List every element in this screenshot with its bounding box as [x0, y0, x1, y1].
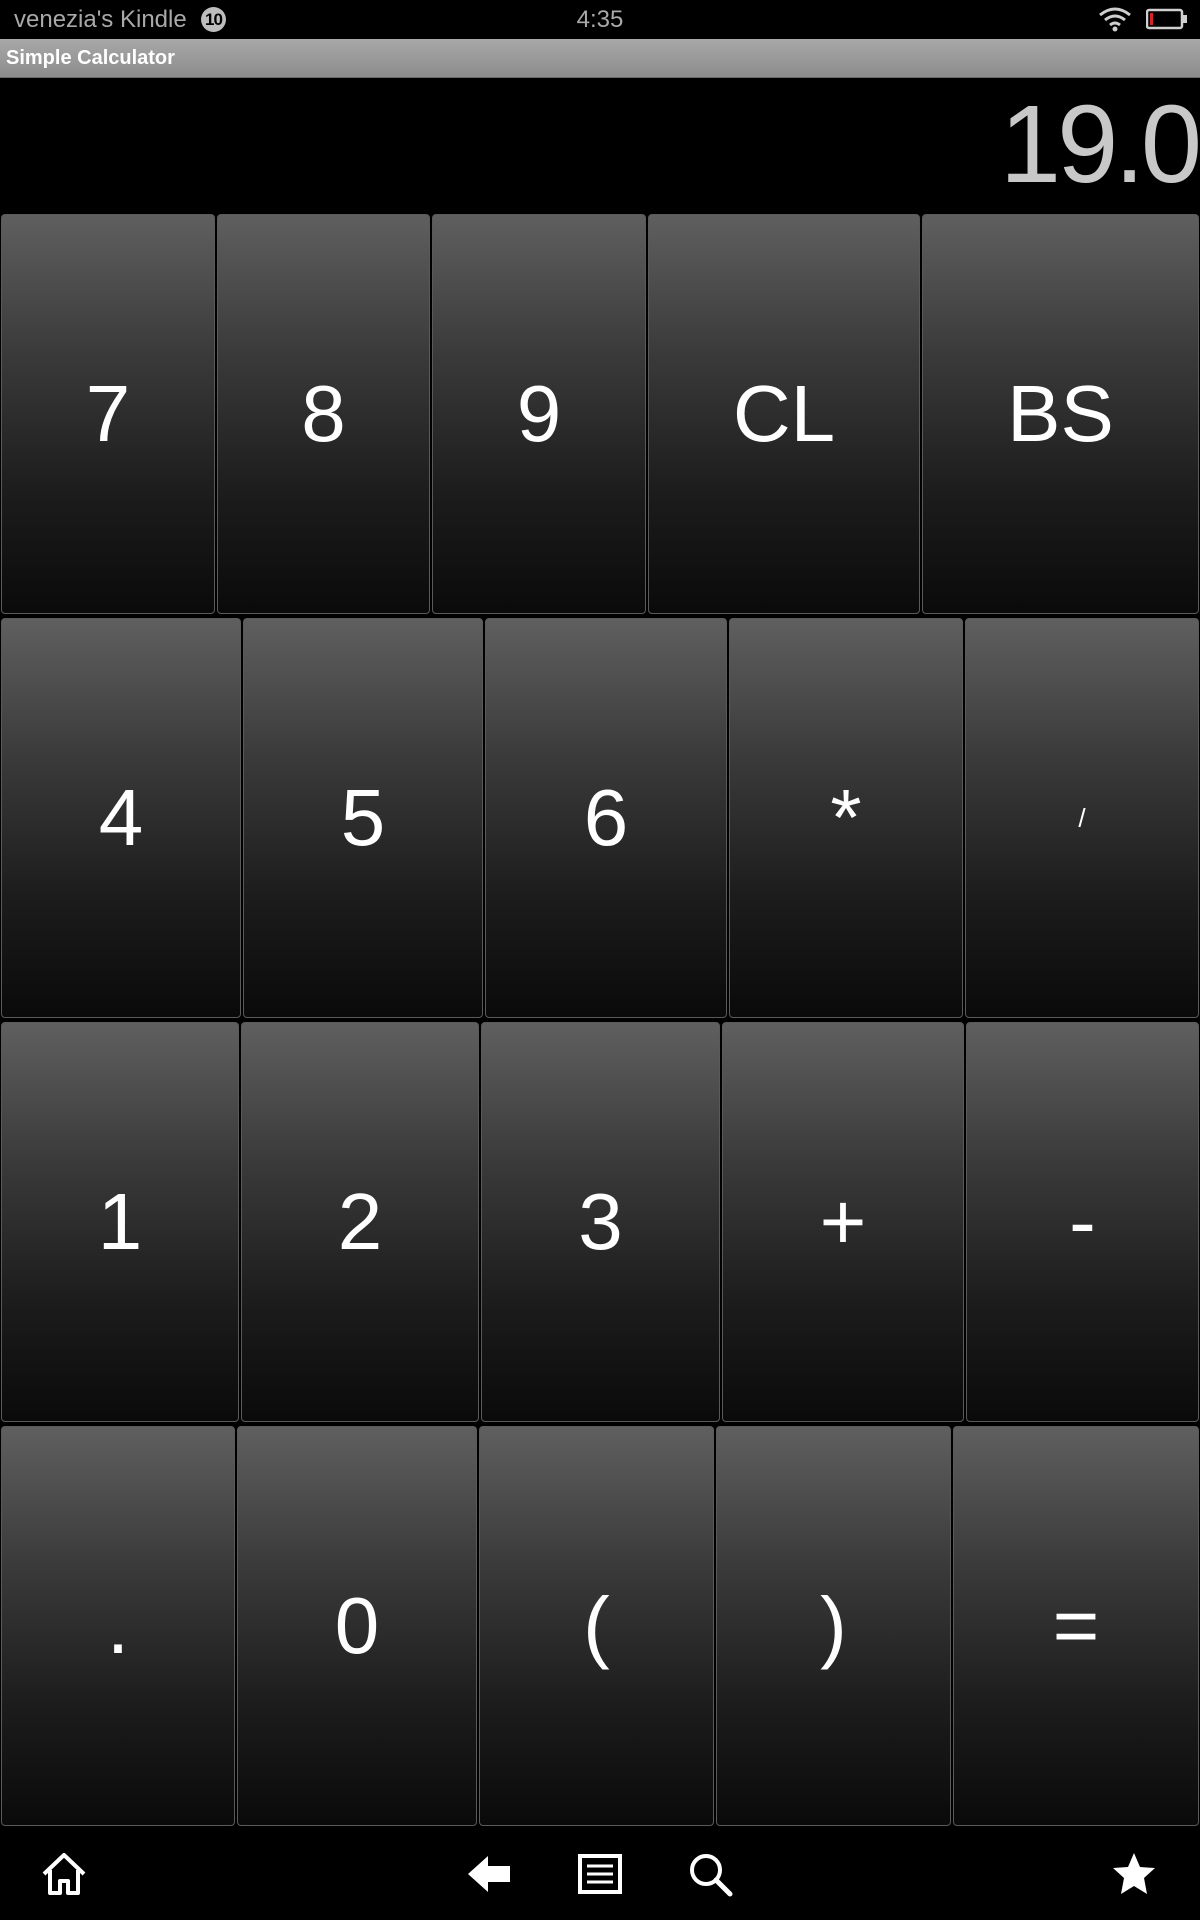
favorites-icon[interactable] — [1110, 1850, 1158, 1898]
key-label: / — [1078, 803, 1086, 833]
status-time: 4:35 — [576, 6, 624, 33]
key-label: = — [1052, 1581, 1100, 1670]
key-3[interactable]: 3 — [481, 1022, 720, 1422]
key-label: 5 — [340, 773, 386, 862]
key-open-paren[interactable]: ( — [479, 1426, 714, 1826]
key-label: 2 — [337, 1177, 383, 1266]
key-6[interactable]: 6 — [485, 618, 727, 1018]
key-divide[interactable]: / — [965, 618, 1199, 1018]
key-label: - — [1069, 1177, 1096, 1266]
key-0[interactable]: 0 — [237, 1426, 477, 1826]
keypad: 7 8 9 CL BS 4 5 6 * / 1 2 3 + - . 0 ( ) … — [0, 212, 1200, 1828]
key-decimal[interactable]: . — [1, 1426, 235, 1826]
keypad-row-3: 1 2 3 + - — [0, 1020, 1200, 1424]
key-clear[interactable]: CL — [648, 214, 920, 614]
key-label: BS — [1007, 369, 1114, 458]
key-close-paren[interactable]: ) — [716, 1426, 951, 1826]
key-equals[interactable]: = — [953, 1426, 1199, 1826]
key-label: 1 — [97, 1177, 143, 1266]
key-label: + — [819, 1177, 867, 1266]
key-label: 3 — [578, 1177, 623, 1266]
key-label: 7 — [85, 369, 131, 458]
key-label: 6 — [583, 773, 629, 862]
key-label: * — [830, 773, 862, 862]
battery-icon — [1146, 8, 1187, 30]
key-8[interactable]: 8 — [217, 214, 430, 614]
key-9[interactable]: 9 — [432, 214, 646, 614]
navigation-bar — [0, 1828, 1200, 1920]
key-4[interactable]: 4 — [1, 618, 241, 1018]
calculator-screen: venezia's Kindle 10 4:35 Simple Calculat… — [0, 0, 1200, 1920]
key-label: . — [106, 1581, 130, 1670]
key-label: ) — [820, 1581, 847, 1670]
status-bar: venezia's Kindle 10 4:35 — [0, 0, 1200, 39]
key-label: 4 — [98, 773, 144, 862]
home-icon[interactable] — [40, 1850, 88, 1898]
key-2[interactable]: 2 — [241, 1022, 479, 1422]
menu-icon[interactable] — [576, 1850, 624, 1898]
back-icon[interactable] — [466, 1850, 514, 1898]
key-label: ( — [583, 1581, 610, 1670]
search-icon[interactable] — [686, 1850, 734, 1898]
key-label: 0 — [334, 1581, 380, 1670]
display-value: 19.0 — [999, 83, 1200, 206]
key-1[interactable]: 1 — [1, 1022, 239, 1422]
keypad-row-2: 4 5 6 * / — [0, 616, 1200, 1020]
wifi-icon — [1099, 7, 1131, 32]
key-add[interactable]: + — [722, 1022, 964, 1422]
key-label: 9 — [516, 369, 562, 458]
app-title: Simple Calculator — [6, 47, 175, 69]
keypad-row-4: . 0 ( ) = — [0, 1424, 1200, 1828]
key-multiply[interactable]: * — [729, 618, 963, 1018]
key-5[interactable]: 5 — [243, 618, 483, 1018]
key-label: CL — [732, 369, 836, 458]
key-7[interactable]: 7 — [1, 214, 215, 614]
app-title-bar: Simple Calculator — [0, 39, 1200, 78]
key-backspace[interactable]: BS — [922, 214, 1199, 614]
keypad-row-1: 7 8 9 CL BS — [0, 212, 1200, 616]
key-subtract[interactable]: - — [966, 1022, 1199, 1422]
calculator-display: 19.0 — [0, 78, 1200, 212]
key-label: 8 — [301, 369, 346, 458]
